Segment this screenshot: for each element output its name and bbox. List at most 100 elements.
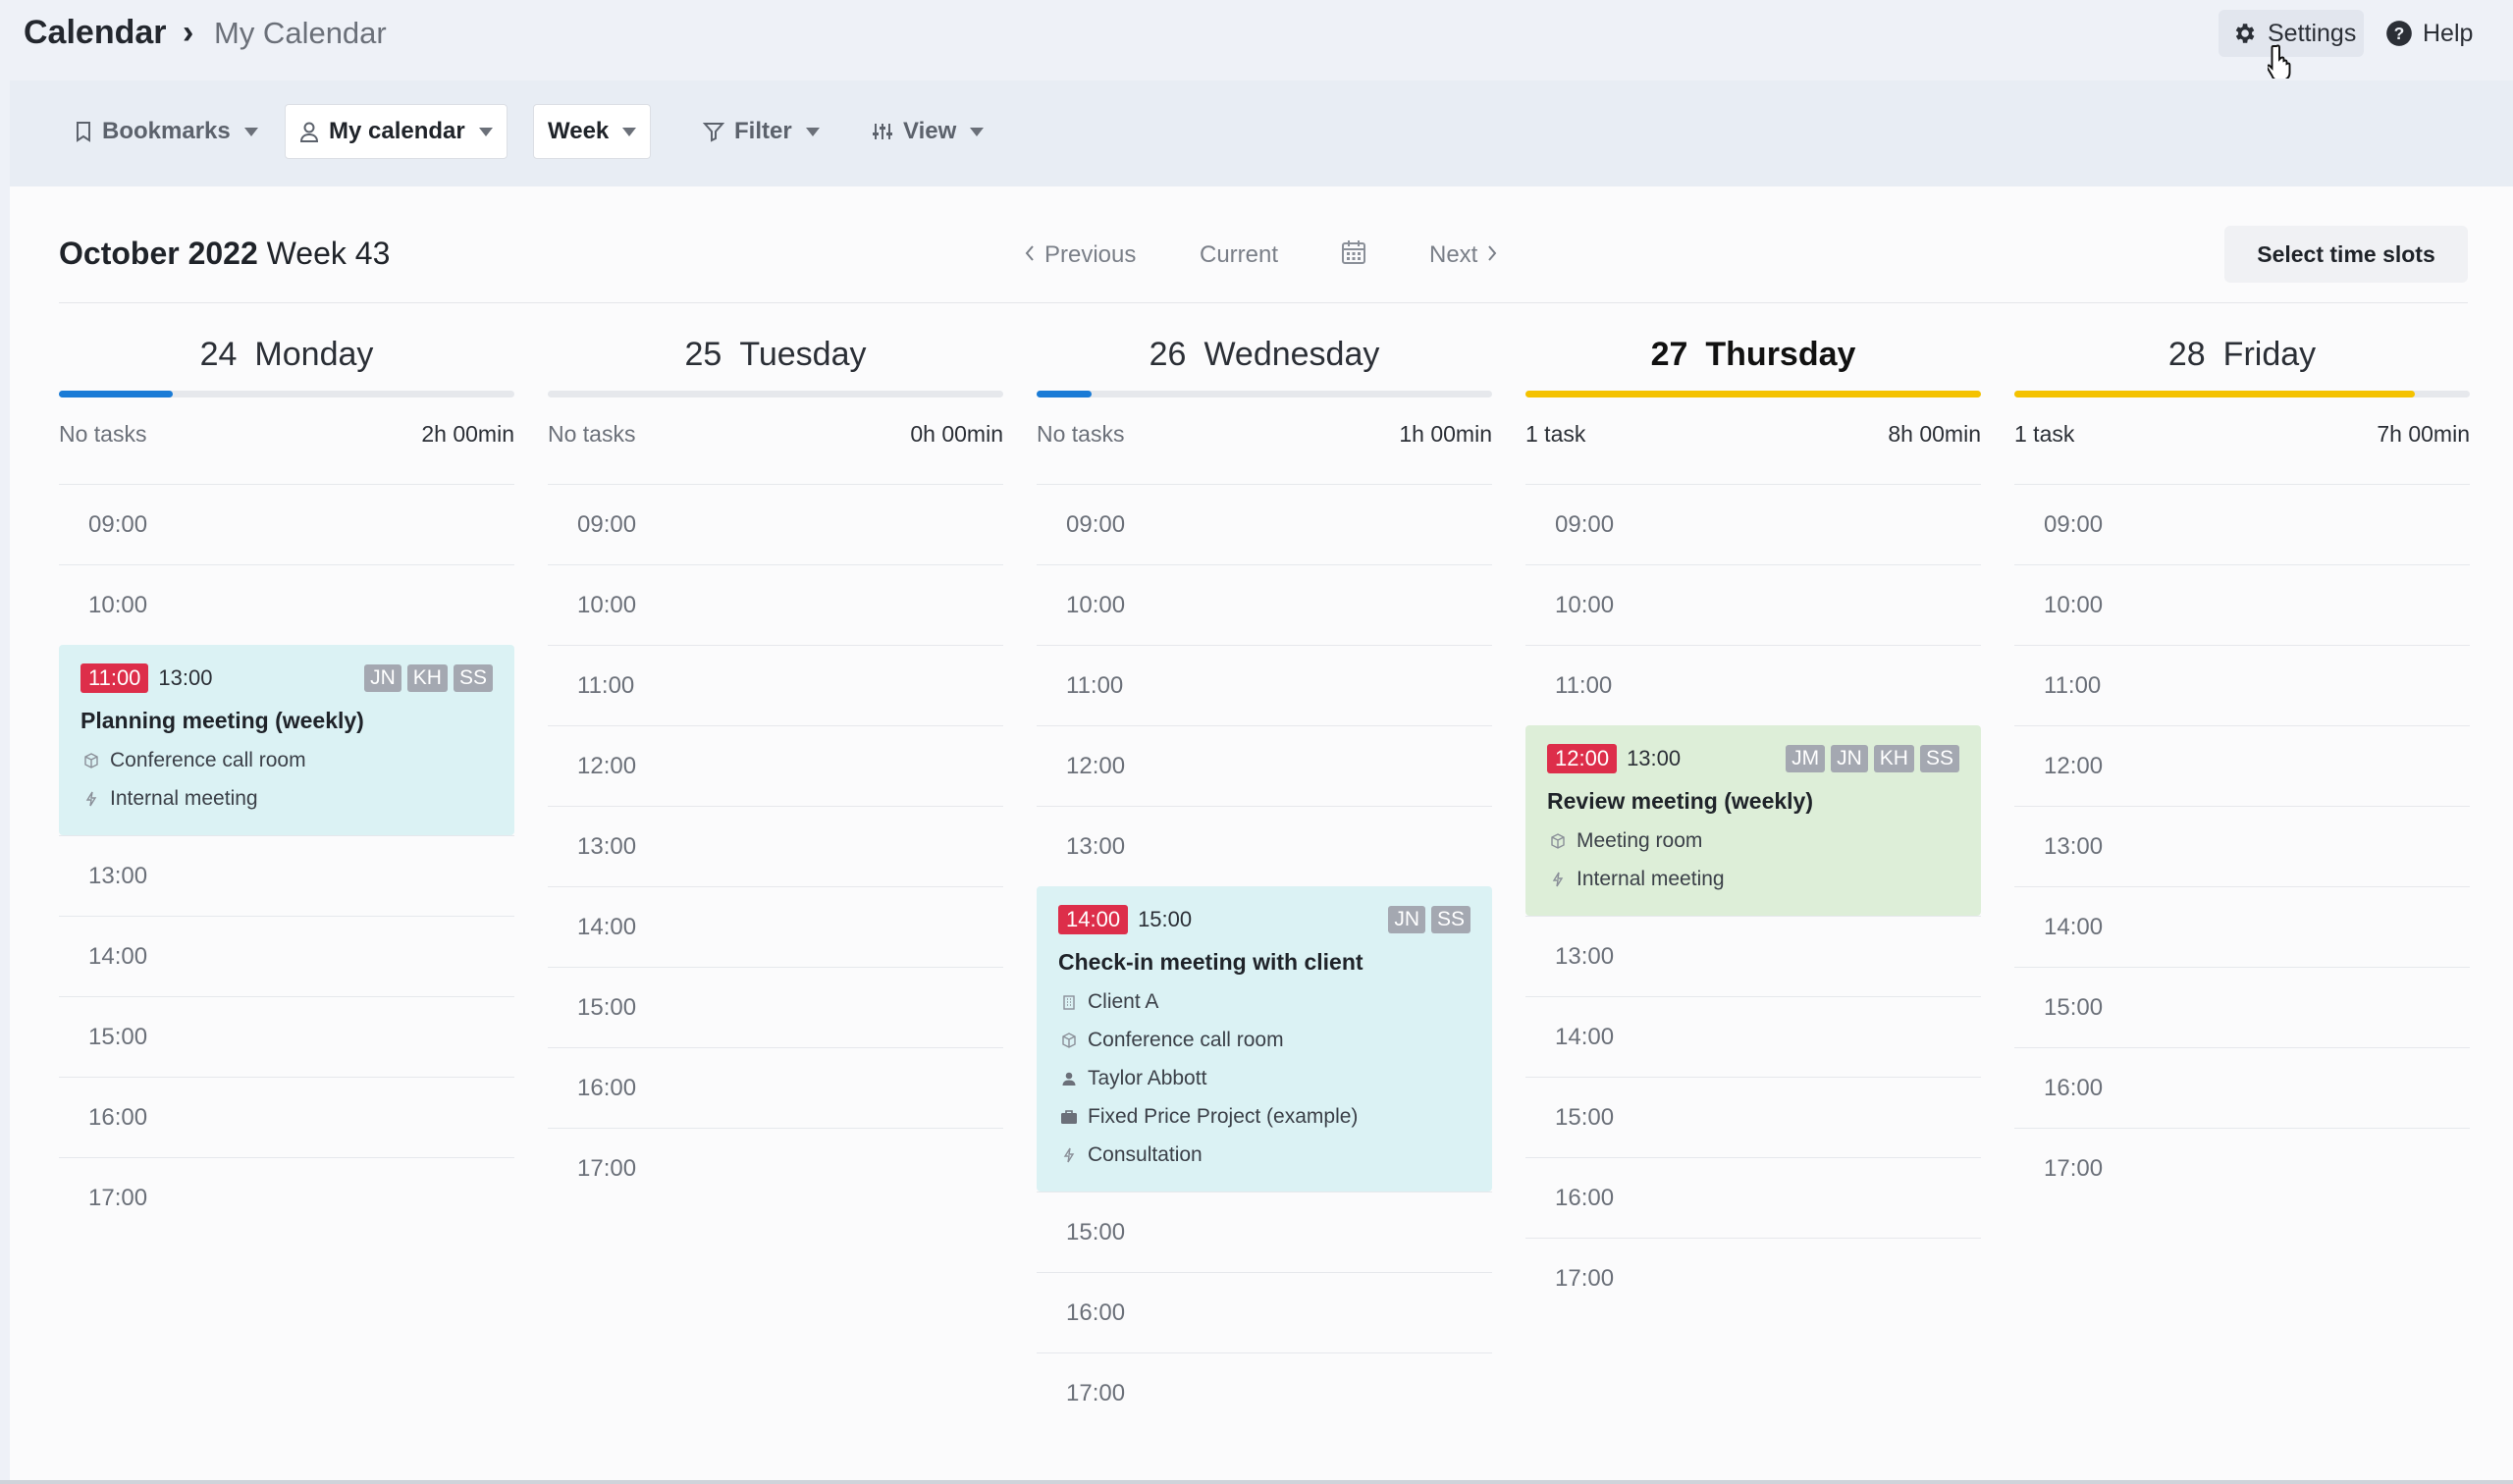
- help-button[interactable]: ? Help: [2385, 10, 2493, 57]
- event-end-time: 13:00: [1627, 746, 1682, 770]
- time-slot-label: 11:00: [1555, 671, 1613, 699]
- day-summary: 1 task 7h 00min: [2014, 421, 2470, 460]
- time-slot[interactable]: 13:00: [548, 806, 1003, 886]
- time-slot[interactable]: 15:00: [1525, 1077, 1981, 1157]
- event-card[interactable]: 11:00 13:00 JN KH SS Planning meeting (weekly…: [59, 645, 514, 835]
- breadcrumb-page-title: My Calendar: [214, 16, 387, 50]
- time-slot[interactable]: 11:00: [548, 645, 1003, 725]
- time-slot[interactable]: 17:00: [59, 1157, 514, 1238]
- time-slot-label: 13:00: [1066, 832, 1126, 860]
- next-button[interactable]: Next: [1429, 241, 1497, 269]
- time-slot[interactable]: 09:00: [548, 484, 1003, 564]
- event-card[interactable]: 12:00 13:00 JM JN KH SS Review meeting (weekly…: [1525, 725, 1981, 916]
- event-detail: Internal meeting: [80, 779, 493, 818]
- bookmarks-label: Bookmarks: [102, 118, 231, 144]
- caret-down-icon: [243, 127, 258, 136]
- time-slot-label: 15:00: [1555, 1103, 1615, 1131]
- time-slot[interactable]: 12:00: [2014, 725, 2470, 806]
- time-slot[interactable]: 11:00: [1037, 645, 1492, 725]
- time-slot[interactable]: 16:00: [1037, 1272, 1492, 1352]
- time-slot[interactable]: 15:00: [1037, 1192, 1492, 1272]
- view-dropdown[interactable]: View: [858, 104, 997, 159]
- event-detail-text: Fixed Price Project (example): [1088, 1104, 1359, 1128]
- day-summary: No tasks 0h 00min: [548, 421, 1003, 460]
- time-slot[interactable]: 12:00: [1037, 725, 1492, 806]
- time-slot[interactable]: 10:00: [2014, 564, 2470, 645]
- time-slot[interactable]: 15:00: [548, 967, 1003, 1047]
- logged-hours: 7h 00min: [2377, 421, 2470, 447]
- time-slot-label: 15:00: [88, 1023, 148, 1050]
- time-slot[interactable]: 16:00: [59, 1077, 514, 1157]
- time-slot-label: 10:00: [88, 591, 148, 618]
- event-detail: Conference call room: [1058, 1021, 1470, 1059]
- attendee-badge: KH: [406, 664, 448, 692]
- bookmark-icon: [75, 121, 92, 142]
- day-header[interactable]: 26 Wednesday: [1037, 334, 1492, 383]
- time-slot[interactable]: 16:00: [1525, 1157, 1981, 1238]
- week-dropdown[interactable]: Week: [533, 104, 652, 159]
- event-detail-text: Consultation: [1088, 1142, 1203, 1166]
- time-slot[interactable]: 17:00: [1525, 1238, 1981, 1318]
- time-slot[interactable]: 09:00: [1525, 484, 1981, 564]
- time-slot[interactable]: 14:00: [59, 916, 514, 996]
- day-progress-bar: [1525, 391, 1981, 398]
- logged-hours: 0h 00min: [910, 421, 1003, 447]
- time-slot[interactable]: 13:00: [1525, 916, 1981, 996]
- time-slot[interactable]: 11:00: [2014, 645, 2470, 725]
- day-header[interactable]: 24 Monday: [59, 334, 514, 383]
- previous-button[interactable]: Previous: [1025, 241, 1136, 269]
- time-slot[interactable]: 11:00: [1525, 645, 1981, 725]
- day-progress-fill: [2014, 391, 2416, 398]
- time-slot-label: 10:00: [577, 591, 637, 618]
- time-slot[interactable]: 15:00: [2014, 967, 2470, 1047]
- time-slot[interactable]: 13:00: [2014, 806, 2470, 886]
- event-time-row: 11:00 13:00 JN KH SS: [80, 662, 493, 694]
- time-slot[interactable]: 12:00: [548, 725, 1003, 806]
- event-card[interactable]: 14:00 15:00 JN SS Check-in meeting with clie…: [1037, 886, 1492, 1192]
- time-slot[interactable]: 17:00: [548, 1128, 1003, 1208]
- time-slot[interactable]: 17:00: [1037, 1352, 1492, 1433]
- hand-pointer-icon: [2268, 44, 2291, 79]
- day-header[interactable]: 25 Tuesday: [548, 334, 1003, 383]
- person-outline-icon: [299, 121, 319, 142]
- filter-dropdown[interactable]: Filter: [689, 104, 833, 159]
- task-count: 1 task: [1525, 421, 1586, 447]
- day-header[interactable]: 27 Thursday: [1525, 334, 1981, 383]
- time-slot[interactable]: 13:00: [1037, 806, 1492, 886]
- time-slot-label: 16:00: [2044, 1074, 2104, 1101]
- time-slot[interactable]: 10:00: [59, 564, 514, 645]
- time-slot[interactable]: 09:00: [59, 484, 514, 564]
- time-slot[interactable]: 10:00: [1037, 564, 1492, 645]
- filter-label: Filter: [734, 118, 792, 144]
- day-header[interactable]: 28 Friday: [2014, 334, 2470, 383]
- time-slot-label: 10:00: [1066, 591, 1126, 618]
- time-slot[interactable]: 14:00: [548, 886, 1003, 967]
- time-slot[interactable]: 13:00: [59, 835, 514, 916]
- calendar-picker-button[interactable]: [1341, 239, 1366, 272]
- svg-text:?: ?: [2394, 24, 2405, 43]
- time-slot[interactable]: 16:00: [2014, 1047, 2470, 1128]
- time-slot[interactable]: 15:00: [59, 996, 514, 1077]
- time-slot-label: 14:00: [577, 913, 637, 940]
- breadcrumb-app-title[interactable]: Calendar: [24, 14, 167, 52]
- my-calendar-dropdown[interactable]: My calendar: [285, 104, 508, 159]
- bookmarks-dropdown[interactable]: Bookmarks: [61, 104, 272, 159]
- week-label: Week: [548, 118, 610, 144]
- event-detail: Consultation: [1058, 1136, 1470, 1174]
- time-slot[interactable]: 14:00: [2014, 886, 2470, 967]
- current-button[interactable]: Current: [1200, 241, 1278, 269]
- time-slot[interactable]: 17:00: [2014, 1128, 2470, 1208]
- time-slot[interactable]: 16:00: [548, 1047, 1003, 1128]
- event-title: Planning meeting (weekly): [80, 708, 364, 733]
- time-slot[interactable]: 09:00: [1037, 484, 1492, 564]
- day-name: Monday: [254, 336, 374, 373]
- select-time-slots-button[interactable]: Select time slots: [2224, 226, 2468, 283]
- day-name: Friday: [2222, 336, 2317, 373]
- time-slot[interactable]: 14:00: [1525, 996, 1981, 1077]
- time-slot[interactable]: 10:00: [1525, 564, 1981, 645]
- current-label: Current: [1200, 241, 1279, 268]
- day-name: Thursday: [1705, 336, 1856, 373]
- time-slot[interactable]: 10:00: [548, 564, 1003, 645]
- time-slot[interactable]: 09:00: [2014, 484, 2470, 564]
- bolt-icon: [80, 791, 102, 807]
